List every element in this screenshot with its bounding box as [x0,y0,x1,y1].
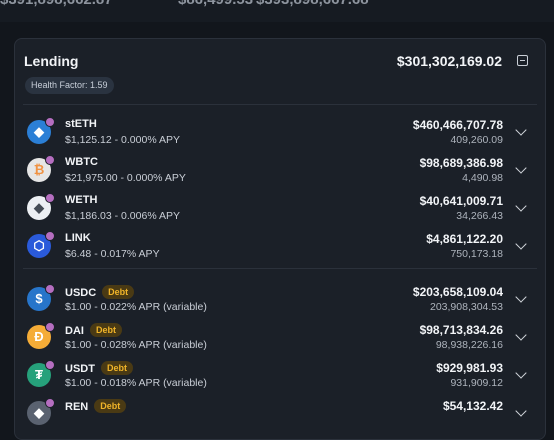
aave-badge-icon [45,193,55,203]
asset-name: DAI Debt [65,323,122,337]
health-factor-badge: Health Factor: 1.59 [25,77,114,94]
asset-usd-value: $54,132.42 [442,399,503,413]
debt-badge: Debt [94,399,127,413]
asset-amount: 4,490.98 [462,172,503,184]
asset-symbol: USDT [65,363,95,375]
borrow-row-dai[interactable]: Ð DAI Debt $1.00 - 0.028% APR (variable) $98… [15,320,545,358]
chevron-down-icon[interactable] [515,405,527,417]
asset-symbol: WBTC [65,156,98,168]
aave-badge-icon [45,155,55,165]
aave-badge-icon [45,284,55,294]
asset-amount: 750,173.18 [450,248,503,260]
asset-symbol: REN [65,401,89,413]
asset-rate: $1.00 - 0.028% APR (variable) [65,339,207,351]
asset-rate: $1,125.12 - 0.000% APY [65,134,181,146]
asset-name: REN Debt [65,399,127,413]
debt-badge: Debt [100,361,133,375]
asset-usd-value: $40,641,009.71 [419,194,503,208]
asset-name: LINK [65,232,91,244]
health-factor-label: Health Factor: [31,80,88,90]
aave-badge-icon [45,360,55,370]
chevron-down-icon[interactable] [515,124,527,136]
supply-row-link[interactable]: ⬡ LINK $6.48 - 0.017% APY $4,861,122.20 750,… [15,229,545,267]
supply-row-steth[interactable]: ◆ stETH $1,125.12 - 0.000% APY $460,466,707… [15,115,545,153]
asset-usd-value: $929,981.93 [436,361,503,375]
panel-title: Lending [24,53,79,69]
borrow-row-usdc[interactable]: $ USDC Debt $1.00 - 0.022% APR (variable) $2… [15,282,545,320]
asset-usd-value: $203,658,109.04 [412,285,503,299]
asset-name: USDT Debt [65,361,133,375]
debt-badge: Debt [89,323,122,337]
collapse-icon[interactable] [517,55,528,66]
asset-symbol: USDC [65,287,97,299]
chevron-down-icon[interactable] [515,329,527,341]
asset-usd-value: $98,713,834.26 [419,323,503,337]
asset-amount: 34,266.43 [456,210,503,222]
asset-amount: 931,909.12 [450,377,503,389]
section-divider [23,268,537,269]
chevron-down-icon[interactable] [515,367,527,379]
asset-rate: $1.00 - 0.022% APR (variable) [65,301,207,313]
asset-amount: 409,260.09 [450,134,503,146]
asset-amount: 203,908,304.53 [430,301,503,313]
aave-badge-icon [45,117,55,127]
summary-value-1: $391,898,662.87 [0,0,113,8]
supply-row-wbtc[interactable]: ₿ WBTC $21,975.00 - 0.000% APY $98,689,386.… [15,153,545,191]
asset-symbol: DAI [65,325,84,337]
asset-usd-value: $4,861,122.20 [426,232,503,246]
lending-panel: Lending $301,302,169.02 Health Factor: 1… [14,38,546,440]
asset-symbol: stETH [65,118,97,130]
chevron-down-icon[interactable] [515,162,527,174]
asset-name: USDC Debt [65,285,135,299]
asset-rate: $1,186.03 - 0.006% APY [65,210,181,222]
aave-badge-icon [45,322,55,332]
lending-total: $301,302,169.02 [396,53,502,69]
header-divider [23,104,537,105]
borrow-row-usdt[interactable]: ₮ USDT Debt $1.00 - 0.018% APR (variable) $9… [15,358,545,396]
borrow-row-ren[interactable]: ◆ REN Debt $54,132.42 [15,396,545,434]
asset-name: stETH [65,118,97,130]
summary-value-2: $86,499.53 [178,0,253,8]
aave-badge-icon [45,398,55,408]
asset-rate: $21,975.00 - 0.000% APY [65,172,186,184]
aave-badge-icon [45,231,55,241]
asset-name: WBTC [65,156,98,168]
asset-usd-value: $460,466,707.78 [412,118,503,132]
chevron-down-icon[interactable] [515,238,527,250]
asset-symbol: LINK [65,232,91,244]
chevron-down-icon[interactable] [515,200,527,212]
debt-badge: Debt [102,285,135,299]
top-summary-bar: $391,898,662.87 $86,499.53 $393,898,667.… [0,0,554,22]
asset-rate: $6.48 - 0.017% APY [65,248,160,260]
chevron-down-icon[interactable] [515,291,527,303]
asset-usd-value: $98,689,386.98 [419,156,503,170]
asset-symbol: WETH [65,194,98,206]
summary-value-3: $393,898,667.68 [256,0,369,8]
asset-name: WETH [65,194,97,206]
health-factor-value: 1.59 [90,80,108,90]
asset-amount: 98,938,226.16 [435,339,503,351]
asset-rate: $1.00 - 0.018% APR (variable) [65,377,207,389]
supply-row-weth[interactable]: ◆ WETH $1,186.03 - 0.006% APY $40,641,009.7… [15,191,545,229]
